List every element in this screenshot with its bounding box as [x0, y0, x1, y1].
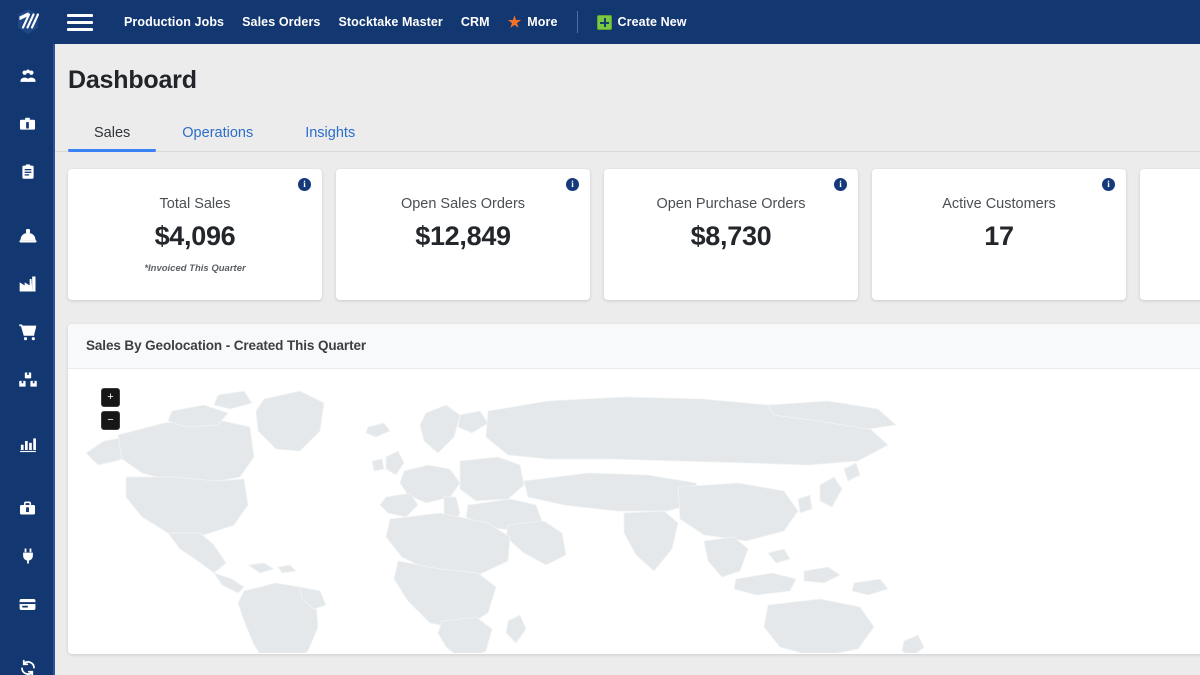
kpi-label: Total Sales	[159, 196, 231, 212]
sidebar-item-inventory[interactable]	[6, 358, 50, 402]
sidebar-item-users-group[interactable]	[6, 54, 50, 98]
info-icon[interactable]: i	[1102, 178, 1115, 191]
refresh-sync-icon	[19, 659, 37, 675]
star-icon: ★	[507, 13, 522, 31]
hamburger-menu-icon[interactable]	[67, 10, 97, 34]
nav-link-sales-orders[interactable]: Sales Orders	[233, 9, 329, 35]
page-header: Dashboard	[55, 44, 1200, 95]
dashboard-tabs: Sales Operations Insights	[55, 117, 1200, 152]
hardhat-icon	[18, 226, 38, 246]
nav-link-stocktake-master[interactable]: Stocktake Master	[329, 9, 451, 35]
top-navigation-bar: Production Jobs Sales Orders Stocktake M…	[55, 0, 1200, 44]
tab-operations[interactable]: Operations	[156, 117, 279, 151]
kpi-value: $8,730	[690, 221, 772, 251]
kpi-value: $12,849	[415, 221, 511, 251]
clipboard-icon	[19, 163, 37, 181]
boxes-inventory-icon	[18, 370, 38, 390]
map-canvas[interactable]: + −	[68, 369, 1200, 653]
sidebar-item-factory[interactable]	[6, 262, 50, 306]
kpi-label: Open Purchase Orders	[656, 196, 806, 212]
top-nav-links: Production Jobs Sales Orders Stocktake M…	[115, 9, 696, 36]
kpi-value: $4,096	[154, 221, 236, 251]
briefcase-box-icon	[18, 115, 37, 134]
sidebar-item-sync[interactable]	[6, 646, 50, 675]
nav-link-more[interactable]: ★ More	[499, 9, 567, 36]
tab-insights[interactable]: Insights	[279, 117, 381, 151]
kpi-card-partial-offscreen[interactable]	[1140, 169, 1200, 300]
sidebar-item-briefcase[interactable]	[6, 102, 50, 146]
map-panel-title: Sales By Geolocation - Created This Quar…	[86, 338, 367, 353]
nav-divider	[576, 11, 578, 33]
sidebar-item-hardhat[interactable]	[6, 214, 50, 258]
sidebar-item-plug[interactable]	[6, 534, 50, 578]
hamburger-line	[67, 13, 93, 17]
kpi-card-row: i Total Sales $4,096 *Invoiced This Quar…	[55, 152, 1200, 300]
factory-icon	[18, 274, 38, 294]
info-icon[interactable]: i	[566, 178, 579, 191]
page-title: Dashboard	[68, 66, 197, 94]
plug-icon	[19, 547, 37, 565]
kpi-note: *Invoiced This Quarter	[144, 263, 246, 274]
world-map-icon	[85, 390, 937, 653]
shopping-cart-icon	[18, 322, 38, 342]
create-new-label: Create New	[617, 15, 687, 29]
nav-link-crm[interactable]: CRM	[452, 9, 499, 35]
card-terminal-icon	[18, 595, 37, 614]
sidebar-item-toolbox[interactable]	[6, 486, 50, 530]
app-root: Production Jobs Sales Orders Stocktake M…	[0, 0, 1200, 675]
hamburger-line	[67, 20, 93, 24]
sidebar-item-payments[interactable]	[6, 582, 50, 626]
toolbox-icon	[18, 499, 37, 518]
sidebar-item-cart[interactable]	[6, 310, 50, 354]
plus-square-icon	[596, 14, 612, 30]
sidebar-item-clipboard[interactable]	[6, 150, 50, 194]
map-zoom-in-button[interactable]: +	[101, 388, 120, 407]
bar-chart-icon	[19, 435, 37, 453]
nav-link-production-jobs[interactable]: Production Jobs	[115, 9, 233, 35]
map-zoom-out-button[interactable]: −	[101, 411, 120, 430]
kpi-card-total-sales[interactable]: i Total Sales $4,096 *Invoiced This Quar…	[68, 169, 322, 300]
left-sidebar	[0, 0, 55, 675]
sidebar-item-reports[interactable]	[6, 422, 50, 466]
kpi-card-active-customers[interactable]: i Active Customers 17	[872, 169, 1126, 300]
create-new-button[interactable]: Create New	[588, 9, 696, 36]
sidebar-icon-list	[0, 44, 55, 675]
kpi-label: Active Customers	[942, 196, 1056, 212]
info-icon[interactable]: i	[298, 178, 311, 191]
map-panel-header: Sales By Geolocation - Created This Quar…	[68, 324, 1200, 369]
kpi-value: 17	[984, 221, 1014, 251]
kpi-card-open-purchase-orders[interactable]: i Open Purchase Orders $8,730	[604, 169, 858, 300]
sales-by-geolocation-panel: Sales By Geolocation - Created This Quar…	[68, 324, 1200, 654]
nav-link-more-label: More	[527, 15, 558, 29]
users-group-icon	[18, 66, 38, 86]
tab-sales[interactable]: Sales	[68, 117, 157, 152]
info-icon[interactable]: i	[834, 178, 847, 191]
kpi-label: Open Sales Orders	[400, 196, 526, 212]
sidebar-logo[interactable]	[0, 0, 55, 44]
page-content: Dashboard Sales Operations Insights i To…	[55, 44, 1200, 675]
map-zoom-controls: + −	[101, 388, 120, 430]
hamburger-line	[67, 27, 93, 31]
kpi-card-open-sales-orders[interactable]: i Open Sales Orders $12,849	[336, 169, 590, 300]
